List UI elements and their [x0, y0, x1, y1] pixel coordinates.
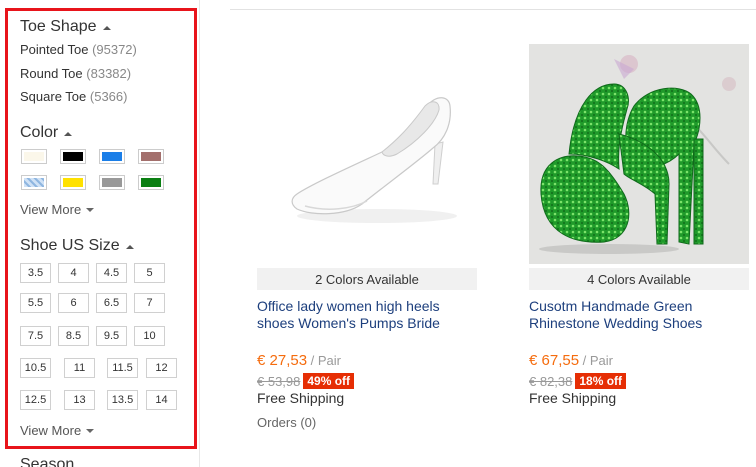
filter-count: (95372) — [92, 42, 137, 57]
size-option[interactable]: 4.5 — [96, 263, 127, 283]
view-more-label: View More — [20, 202, 82, 217]
product-price: € 67,55 / Pair — [529, 352, 613, 369]
toe-shape-heading[interactable]: Toe Shape — [20, 18, 111, 36]
swatch-fill — [24, 178, 44, 187]
size-option[interactable]: 10 — [134, 326, 165, 346]
color-swatch[interactable] — [99, 149, 125, 164]
product-card[interactable]: 2 Colors Available Office lady women hig… — [257, 44, 477, 430]
green-rhinestone-shoe-image — [529, 44, 749, 264]
view-more-label: View More — [20, 423, 82, 438]
discount-badge: 18% off — [575, 373, 627, 389]
product-image[interactable] — [529, 44, 749, 264]
size-option[interactable]: 7 — [134, 293, 165, 313]
price-unit: / Pair — [307, 353, 342, 368]
caret-down-icon — [86, 207, 95, 212]
size-option[interactable]: 13 — [64, 390, 95, 410]
price-unit: / Pair — [579, 353, 614, 368]
filter-square-toe[interactable]: Square Toe (5366) — [20, 89, 127, 104]
color-heading[interactable]: Color — [20, 124, 73, 142]
color-swatch[interactable] — [21, 175, 47, 190]
color-view-more[interactable]: View More — [20, 202, 95, 217]
swatch-fill — [102, 152, 122, 161]
color-title: Color — [20, 124, 59, 141]
price-value: € 67,55 — [529, 352, 580, 369]
color-swatch[interactable] — [60, 175, 86, 190]
filter-pointed-toe[interactable]: Pointed Toe (95372) — [20, 42, 137, 57]
size-option[interactable]: 12 — [146, 358, 177, 378]
color-swatch[interactable] — [99, 175, 125, 190]
filter-sidebar: Toe Shape Pointed Toe (95372) Round Toe … — [0, 0, 200, 467]
size-option[interactable]: 14 — [146, 390, 177, 410]
discount-badge: 49% off — [303, 373, 355, 389]
toe-shape-title: Toe Shape — [20, 18, 97, 35]
orders-link[interactable]: Orders (0) — [257, 415, 316, 430]
divider — [230, 9, 756, 10]
swatch-fill — [141, 178, 161, 187]
product-price: € 27,53 / Pair — [257, 352, 341, 369]
size-option[interactable]: 13.5 — [107, 390, 138, 410]
size-option[interactable]: 7.5 — [20, 326, 51, 346]
price-value: € 27,53 — [257, 352, 308, 369]
colors-available: 2 Colors Available — [257, 268, 477, 290]
size-option[interactable]: 5.5 — [20, 293, 51, 313]
size-option[interactable]: 6.5 — [96, 293, 127, 313]
swatch-fill — [63, 178, 83, 187]
swatch-fill — [24, 152, 44, 161]
size-option[interactable]: 12.5 — [20, 390, 51, 410]
product-title[interactable]: Office lady women high heels shoes Women… — [257, 298, 477, 332]
filter-label: Pointed Toe — [20, 42, 89, 57]
caret-down-icon — [86, 428, 95, 433]
size-option[interactable]: 5 — [134, 263, 165, 283]
filter-label: Square Toe — [20, 89, 87, 104]
white-pump-shoe-image — [257, 44, 477, 264]
shoe-size-heading[interactable]: Shoe US Size — [20, 237, 134, 255]
old-price-row: € 53,98 49% off — [257, 373, 355, 389]
product-title[interactable]: Cusotm Handmade Green Rhinestone Wedding… — [529, 298, 749, 332]
old-price: € 53,98 — [257, 373, 301, 389]
swatch-fill — [102, 178, 122, 187]
size-option[interactable]: 11 — [64, 358, 95, 378]
color-swatch[interactable] — [138, 149, 164, 164]
size-option[interactable]: 8.5 — [58, 326, 89, 346]
filter-round-toe[interactable]: Round Toe (83382) — [20, 66, 131, 81]
size-option[interactable]: 11.5 — [107, 358, 138, 378]
shipping-info: Free Shipping — [257, 390, 345, 406]
season-heading[interactable]: Season — [20, 456, 74, 467]
caret-up-icon — [125, 245, 134, 249]
colors-available: 4 Colors Available — [529, 268, 749, 290]
size-option[interactable]: 4 — [58, 263, 89, 283]
swatch-fill — [63, 152, 83, 161]
size-view-more[interactable]: View More — [20, 423, 95, 438]
size-option[interactable]: 3.5 — [20, 263, 51, 283]
caret-up-icon — [102, 26, 111, 30]
size-option[interactable]: 10.5 — [20, 358, 51, 378]
swatch-fill — [141, 152, 161, 161]
shoe-size-title: Shoe US Size — [20, 237, 120, 254]
filter-count: (83382) — [86, 66, 132, 81]
filter-label: Round Toe — [20, 66, 83, 81]
product-card[interactable]: 4 Colors Available Cusotm Handmade Green… — [529, 44, 749, 406]
color-swatch[interactable] — [60, 149, 86, 164]
filter-count: (5366) — [89, 89, 128, 104]
old-price-row: € 82,38 18% off — [529, 373, 627, 389]
old-price: € 82,38 — [529, 373, 573, 389]
color-swatch[interactable] — [138, 175, 164, 190]
product-image[interactable] — [257, 44, 477, 264]
shipping-info: Free Shipping — [529, 390, 617, 406]
color-swatch[interactable] — [21, 149, 47, 164]
size-option[interactable]: 6 — [58, 293, 89, 313]
size-option[interactable]: 9.5 — [96, 326, 127, 346]
caret-up-icon — [64, 132, 73, 136]
